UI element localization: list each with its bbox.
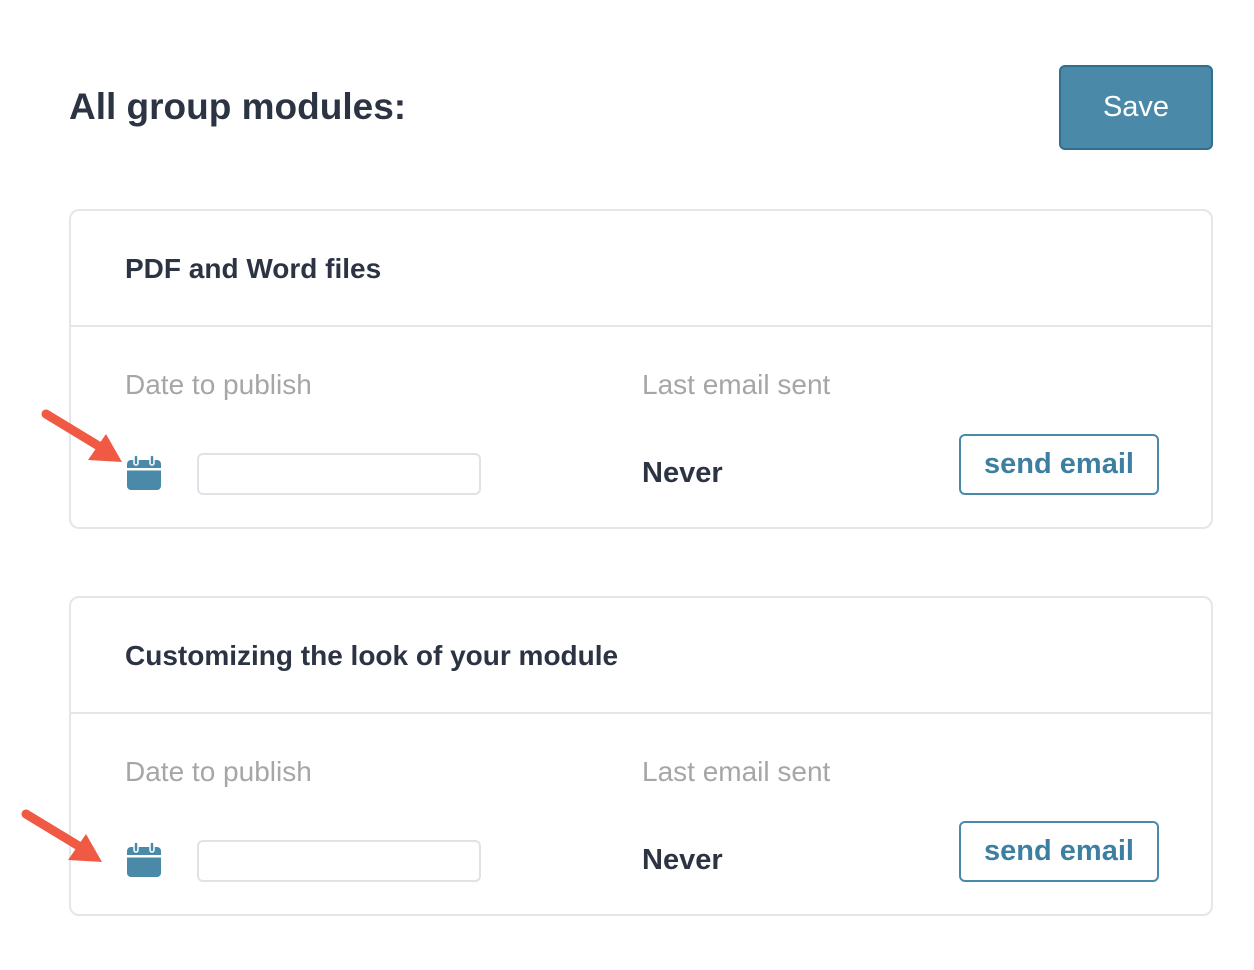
date-to-publish-input[interactable] (197, 840, 481, 882)
send-email-button[interactable]: send email (959, 821, 1159, 882)
page: All group modules: Save PDF and Word fil… (0, 0, 1254, 970)
module-card: PDF and Word files Date to publish Last … (69, 209, 1213, 529)
red-arrow-icon (21, 809, 102, 862)
module-card-body: Date to publish Last email sent Never se… (71, 714, 1211, 918)
last-email-sent-label: Last email sent (642, 756, 831, 787)
module-card-body: Date to publish Last email sent Never se… (71, 327, 1211, 531)
calendar-icon[interactable] (125, 841, 163, 879)
module-title: Customizing the look of your module (125, 640, 619, 671)
module-card: Customizing the look of your module Date… (69, 596, 1213, 916)
send-email-button[interactable]: send email (959, 434, 1159, 495)
last-email-sent-value: Never (642, 457, 723, 489)
module-card-header: Customizing the look of your module (71, 598, 1211, 714)
save-button[interactable]: Save (1059, 65, 1213, 150)
date-to-publish-input[interactable] (197, 453, 481, 495)
module-card-header: PDF and Word files (71, 211, 1211, 327)
red-arrow-icon (41, 409, 122, 462)
date-to-publish-label: Date to publish (125, 756, 312, 787)
page-title: All group modules: (69, 86, 407, 127)
date-to-publish-label: Date to publish (125, 369, 312, 400)
last-email-sent-value: Never (642, 844, 723, 876)
module-title: PDF and Word files (125, 253, 382, 284)
last-email-sent-label: Last email sent (642, 369, 831, 400)
